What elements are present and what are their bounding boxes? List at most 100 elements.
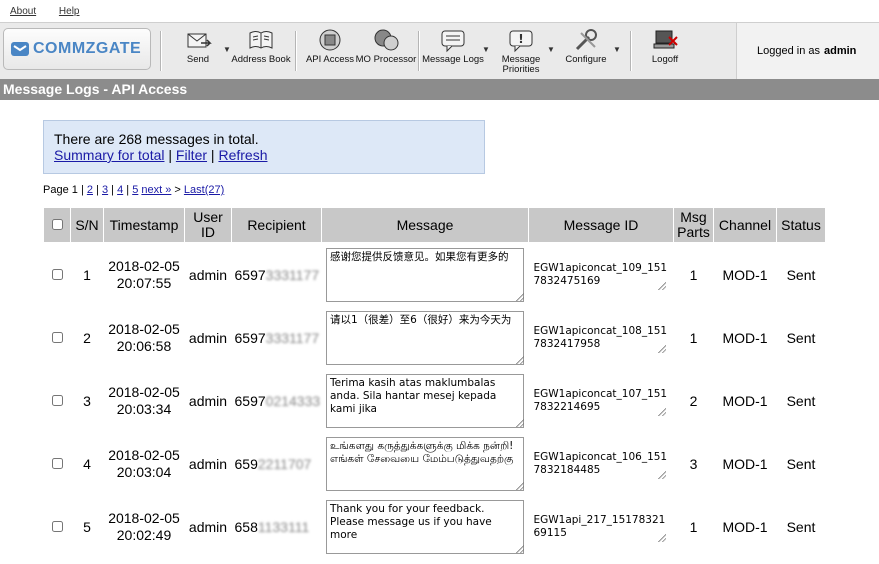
mo-processor-label: MO Processor (355, 54, 417, 65)
sn-cell: 2 (83, 329, 91, 346)
message-id-cell: EGW1apiconcat_107_1517832214695 (529, 369, 674, 432)
summary-link[interactable]: Summary for total (54, 147, 164, 163)
recipient-redacted: 3331177 (265, 266, 320, 283)
header-status[interactable]: Status (776, 207, 826, 243)
channel-cell: MOD-1 (722, 392, 768, 409)
resize-grip-icon[interactable] (516, 418, 524, 427)
header-recipient[interactable]: Recipient (231, 207, 322, 243)
logoff-button[interactable]: Logoff (634, 27, 696, 65)
row-select-cell (44, 432, 71, 495)
message-textarea[interactable]: உங்களது கருத்துக்களுக்கு மிக்க நன்றி! எங… (326, 436, 524, 491)
page-link-5[interactable]: 5 (132, 184, 138, 196)
resize-grip-icon[interactable] (516, 481, 524, 490)
status-cell: Sent (786, 266, 816, 283)
table-row: 1 2018-02-05 20:07:55 admin 65973331177 感谢您提供… (44, 243, 826, 307)
send-button[interactable]: Send (167, 27, 229, 65)
row-select-cell (44, 495, 71, 558)
message-logs-button[interactable]: Message Logs (422, 27, 484, 65)
message-textarea[interactable]: Terima kasih atas maklumbalas anda. Sila… (326, 373, 524, 428)
message-log-table: S/N Timestamp User ID Recipient Message … (43, 207, 826, 558)
configure-button[interactable]: Configure (555, 27, 617, 65)
resize-grip-icon[interactable] (657, 281, 666, 290)
recipient-number: 6597 (234, 329, 266, 346)
resize-grip-icon[interactable] (516, 355, 524, 364)
resize-grip-icon[interactable] (657, 407, 666, 416)
timestamp-date: 2018-02-05 (108, 509, 180, 526)
resize-grip-icon[interactable] (657, 533, 666, 542)
logo-mark-icon (11, 42, 29, 56)
resize-grip-icon[interactable] (657, 470, 666, 479)
table-row: 4 2018-02-05 20:03:04 admin 6592211707 உங்களத… (44, 432, 826, 495)
header-user-id[interactable]: User ID (184, 207, 232, 243)
sn-cell: 3 (83, 392, 91, 409)
header-channel[interactable]: Channel (713, 207, 777, 243)
recipient-cell: 6581133111 (232, 495, 322, 558)
page-link-4[interactable]: 4 (117, 184, 123, 196)
row-checkbox[interactable] (51, 520, 63, 532)
message-textarea[interactable]: 请以1（很差）至6（很好）来为今天为 (326, 310, 524, 365)
msg-parts-cell: 3 (689, 455, 698, 472)
help-link[interactable]: Help (59, 6, 80, 17)
header-message-id[interactable]: Message ID (528, 207, 674, 243)
configure-dropdown-caret[interactable]: ▼ (613, 45, 621, 54)
row-checkbox[interactable] (51, 457, 63, 469)
api-access-button[interactable]: API Access (299, 27, 361, 65)
header-message[interactable]: Message (321, 207, 529, 243)
header-msg-parts[interactable]: Msg Parts (673, 207, 714, 243)
send-label: Send (186, 54, 210, 65)
mo-processor-button[interactable]: MO Processor (355, 27, 417, 65)
sn-cell: 4 (83, 455, 91, 472)
api-access-label: API Access (305, 54, 355, 65)
resize-grip-icon[interactable] (516, 292, 524, 301)
page-link-2[interactable]: 2 (87, 184, 93, 196)
header-sn[interactable]: S/N (70, 207, 104, 243)
total-count-text: There are 268 messages in total. (54, 131, 259, 147)
page-link-3[interactable]: 3 (102, 184, 108, 196)
row-checkbox[interactable] (51, 394, 63, 406)
timestamp-time: 20:07:55 (116, 274, 172, 291)
message-id-text: EGW1api_217_1517832169115 (533, 513, 666, 539)
message-priorities-dropdown-caret[interactable]: ▼ (547, 45, 555, 54)
next-page-link[interactable]: next » (141, 184, 171, 196)
address-book-button[interactable]: Address Book (230, 27, 292, 65)
send-icon (187, 33, 212, 48)
message-logs-dropdown-caret[interactable]: ▼ (482, 45, 490, 54)
user-id-cell: admin (188, 329, 228, 346)
row-checkbox[interactable] (51, 331, 63, 343)
message-id-cell: EGW1apiconcat_108_1517832417958 (529, 306, 674, 369)
refresh-link[interactable]: Refresh (218, 147, 267, 163)
last-page-link[interactable]: Last(27) (184, 184, 224, 196)
msg-parts-cell: 1 (689, 329, 698, 346)
api-access-icon (319, 29, 341, 51)
message-id-text: EGW1apiconcat_106_1517832184485 (533, 450, 668, 476)
page-title: Message Logs - API Access (0, 79, 879, 100)
row-checkbox[interactable] (51, 268, 63, 280)
resize-grip-icon[interactable] (516, 544, 524, 553)
message-id-text: EGW1apiconcat_109_1517832475169 (533, 261, 668, 287)
page-label: Page (43, 184, 69, 196)
row-select-cell (44, 306, 71, 369)
message-id-cell: EGW1apiconcat_106_1517832184485 (529, 432, 674, 495)
resize-grip-icon[interactable] (657, 344, 666, 353)
select-all-checkbox[interactable] (51, 218, 63, 230)
message-textarea[interactable]: 感谢您提供反馈意见。如果您有更多的 (326, 247, 524, 302)
status-cell: Sent (786, 392, 816, 409)
msg-parts-cell: 1 (689, 518, 698, 535)
filter-link[interactable]: Filter (176, 147, 207, 163)
user-id-cell: admin (188, 518, 228, 535)
msg-parts-cell: 2 (689, 392, 698, 409)
timestamp-date: 2018-02-05 (108, 320, 180, 337)
row-select-cell (44, 369, 71, 432)
message-textarea[interactable]: Thank you for your feedback. Please mess… (326, 499, 524, 554)
separator: | (210, 147, 215, 163)
recipient-cell: 6592211707 (232, 432, 322, 495)
message-priorities-button[interactable]: ! Message Priorities (490, 27, 552, 75)
about-link[interactable]: About (10, 6, 36, 17)
timestamp-cell: 2018-02-05 20:02:49 (104, 495, 185, 558)
table-row: 5 2018-02-05 20:02:49 admin 6581133111 Thank … (44, 495, 826, 558)
header-timestamp[interactable]: Timestamp (103, 207, 185, 243)
commzgate-logo[interactable]: COMMZGATE (3, 28, 151, 70)
recipient-cell: 65970214333 (232, 369, 322, 432)
sn-cell: 1 (83, 266, 91, 283)
table-row: 2 2018-02-05 20:06:58 admin 65973331177 请以1（很… (44, 306, 826, 369)
